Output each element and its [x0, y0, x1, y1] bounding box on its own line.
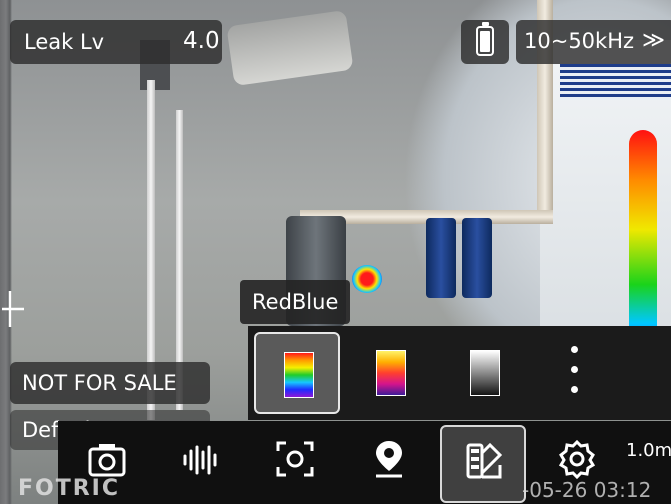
- location-button[interactable]: [346, 425, 432, 503]
- watermark-banner: NOT FOR SALE: [10, 362, 210, 404]
- brand-logo: FOTRIC: [18, 476, 121, 501]
- leak-level-indicator: Leak Lv 4.0: [10, 20, 222, 64]
- distance-readout: 1.0m: [626, 440, 671, 461]
- chevron-down-icon: ≫: [642, 28, 666, 53]
- leak-level-label: Leak Lv: [24, 30, 105, 54]
- focus-button[interactable]: [252, 425, 338, 503]
- watermark-text: NOT FOR SALE: [22, 371, 177, 395]
- leak-hotspot: [352, 265, 382, 293]
- settings-icon: [558, 439, 596, 479]
- palette-button[interactable]: [440, 425, 526, 503]
- iron-palette-icon: [376, 350, 406, 396]
- camera-icon: [88, 444, 126, 477]
- camera-viewport: Leak Lv 4.0 10~50kHz ≫ NOT FOR SALE Defa…: [0, 0, 671, 504]
- window-blind: [560, 64, 671, 100]
- palette-menu: [248, 326, 671, 420]
- battery-fill: [480, 31, 490, 52]
- palette-name-tooltip: RedBlue: [240, 280, 350, 324]
- palette-icon: [466, 442, 503, 479]
- air-filter: [426, 218, 456, 298]
- palette-option-iron[interactable]: [348, 332, 434, 414]
- palette-name: RedBlue: [252, 290, 339, 314]
- audio-button[interactable]: [158, 425, 244, 503]
- audio-wave-icon: [183, 445, 217, 475]
- palette-option-rainbow[interactable]: [254, 332, 340, 414]
- palette-option-grayscale[interactable]: [442, 332, 528, 414]
- frequency-range: 10~50kHz: [524, 29, 635, 53]
- location-pin-icon: [376, 441, 402, 478]
- focus-scan-icon: [276, 441, 314, 477]
- air-filter: [462, 218, 492, 298]
- timestamp: -05-26 03:12: [522, 478, 652, 502]
- leak-level-value: 4.0: [183, 28, 220, 54]
- frequency-selector[interactable]: 10~50kHz ≫: [516, 20, 671, 64]
- battery-indicator: [461, 20, 509, 64]
- crosshair-icon: [0, 289, 26, 335]
- more-vertical-icon[interactable]: [568, 346, 580, 398]
- rainbow-palette-icon: [284, 352, 314, 398]
- battery-icon: [476, 22, 494, 56]
- grayscale-palette-icon: [470, 350, 500, 396]
